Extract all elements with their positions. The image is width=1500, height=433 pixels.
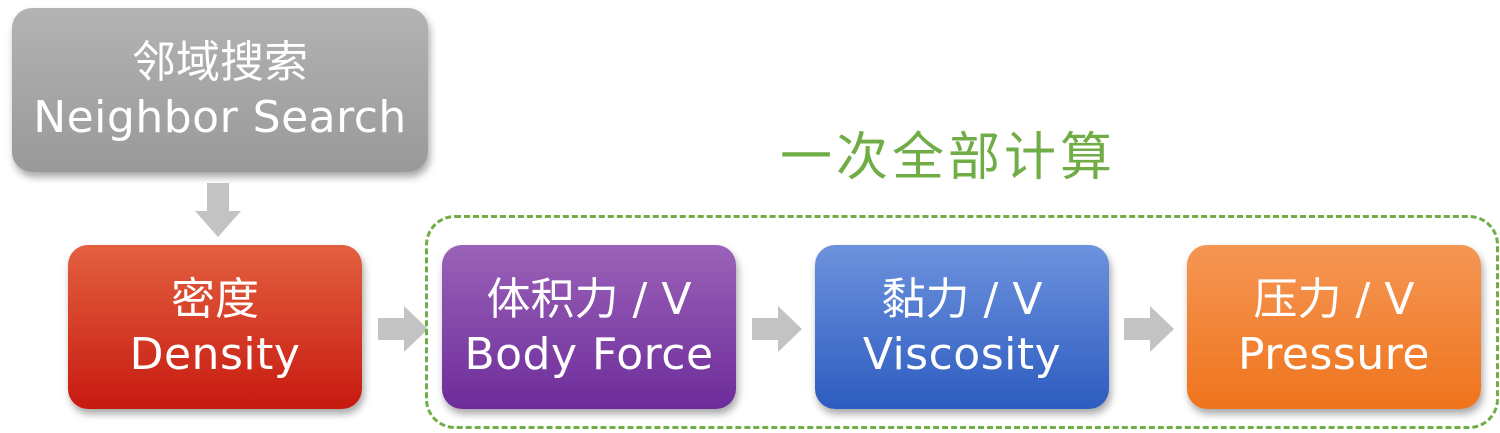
pressure-zh: 压力 / V (1253, 274, 1415, 325)
neighbor-search-zh: 邻域搜索 (132, 37, 308, 88)
arrow-down-icon (195, 183, 241, 237)
density-box: 密度 Density (68, 245, 362, 409)
viscosity-zh: 黏力 / V (881, 274, 1043, 325)
neighbor-search-box: 邻域搜索 Neighbor Search (12, 8, 428, 172)
viscosity-box: 黏力 / V Viscosity (815, 245, 1109, 409)
arrow-right-icon (378, 306, 428, 352)
arrow-right-icon (1124, 306, 1174, 352)
density-zh: 密度 (171, 274, 259, 325)
viscosity-en: Viscosity (862, 329, 1062, 380)
arrow-right-icon (752, 306, 802, 352)
body-force-box: 体积力 / V Body Force (442, 245, 736, 409)
group-label: 一次全部计算 (780, 128, 1117, 188)
pressure-box: 压力 / V Pressure (1187, 245, 1481, 409)
density-en: Density (129, 329, 301, 380)
body-force-en: Body Force (464, 329, 714, 380)
neighbor-search-en: Neighbor Search (33, 92, 407, 143)
pressure-en: Pressure (1238, 329, 1430, 380)
body-force-zh: 体积力 / V (486, 274, 692, 325)
